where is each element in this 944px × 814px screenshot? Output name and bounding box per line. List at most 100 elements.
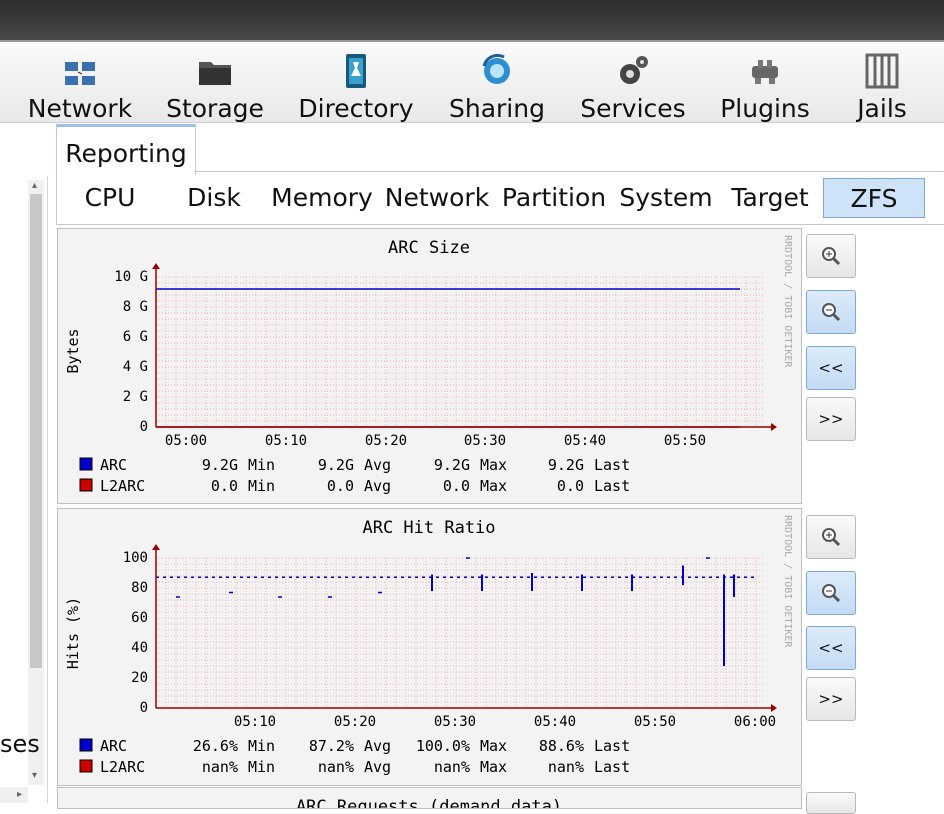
graph2-zoom-in-button[interactable] xyxy=(806,515,856,559)
legend: ARC 9.2G Min 9.2G Avg 9.2G Max 9.2G Last… xyxy=(79,456,630,495)
legend-last: nan% xyxy=(548,758,584,776)
legend-min-word: Min xyxy=(248,737,275,755)
legend-max: 0.0 xyxy=(443,477,470,495)
legend-min: 26.6% xyxy=(193,737,238,755)
legend-swatch-arc xyxy=(79,738,93,752)
series-lines xyxy=(156,288,740,428)
legend-min-word: Min xyxy=(248,758,275,776)
top-bar xyxy=(0,0,944,42)
legend-avg-word: Avg xyxy=(364,758,391,776)
nav-plugins-label: Plugins xyxy=(720,94,810,123)
graph1-back-button[interactable]: << xyxy=(806,346,856,390)
y-axis-label: Bytes xyxy=(64,328,82,373)
y-tick-label: 100 xyxy=(123,550,148,566)
zoom-out-icon xyxy=(822,584,841,603)
graph1-zoom-out-button[interactable] xyxy=(806,290,856,334)
graph2-zoom-out-button[interactable] xyxy=(806,571,856,615)
y-tick-label: 8 G xyxy=(123,299,148,315)
y-tick-label: 6 G xyxy=(123,329,148,345)
graph1-zoom-in-button[interactable] xyxy=(806,234,856,278)
legend-avg-word: Avg xyxy=(364,456,391,474)
main-nav: Network Storage Directory Sharing Servic… xyxy=(0,42,944,123)
y-tick-label: 10 G xyxy=(114,269,148,285)
subtab-disk[interactable]: Disk xyxy=(172,178,256,216)
nav-jails-label: Jails xyxy=(857,94,907,123)
y-axis-label: Hits (%) xyxy=(64,597,82,669)
y-tick-label: 0 xyxy=(140,419,148,435)
subtab-network[interactable]: Network xyxy=(384,178,490,216)
legend-last-word: Last xyxy=(594,758,630,776)
legend-last: 9.2G xyxy=(548,456,584,474)
nav-sharing-label: Sharing xyxy=(449,94,545,123)
directory-icon xyxy=(346,54,366,88)
x-tick-label: 05:30 xyxy=(464,433,506,449)
tab-reporting[interactable]: Reporting xyxy=(56,124,196,175)
legend-last: 88.6% xyxy=(539,737,584,755)
chart-title: ARC Hit Ratio xyxy=(362,518,495,538)
graph2-back-button[interactable]: << xyxy=(806,626,856,670)
zoom-in-icon xyxy=(822,528,841,547)
nav-directory-label: Directory xyxy=(298,94,414,123)
tree-scrollbar-thumb[interactable] xyxy=(30,194,42,668)
legend-avg: 9.2G xyxy=(318,456,354,474)
nav-directory[interactable]: Directory xyxy=(290,48,422,122)
arc-size-chart: ARC Size Bytes 10 G 8 G 6 G 4 G 2 G 0 05… xyxy=(64,235,793,495)
legend-avg: 87.2% xyxy=(309,737,354,755)
subtab-partition[interactable]: Partition xyxy=(500,178,608,216)
legend-min: 9.2G xyxy=(202,456,238,474)
nav-services[interactable]: Services xyxy=(572,48,694,122)
legend-max: 100.0% xyxy=(416,737,470,755)
legend-name: L2ARC xyxy=(100,477,145,495)
legend-avg-word: Avg xyxy=(364,737,391,755)
legend-last: 0.0 xyxy=(557,477,584,495)
x-tick-label: 05:10 xyxy=(265,433,307,449)
legend-min-word: Min xyxy=(248,477,275,495)
legend-last-word: Last xyxy=(594,456,630,474)
legend-last-word: Last xyxy=(594,737,630,755)
subtab-zfs[interactable]: ZFS xyxy=(823,178,925,218)
jails-icon xyxy=(865,53,899,89)
graph2-forward-button[interactable]: >> xyxy=(806,677,856,721)
nav-sharing[interactable]: Sharing xyxy=(440,48,554,122)
nav-storage[interactable]: Storage xyxy=(155,48,275,122)
x-tick-label: 05:40 xyxy=(564,433,606,449)
y-axis-arrow xyxy=(152,263,160,269)
x-tick-label: 05:50 xyxy=(664,433,706,449)
tree-hscrollbar[interactable] xyxy=(0,787,28,803)
legend-max-word: Max xyxy=(480,737,507,755)
graph3-zoom-in-button[interactable] xyxy=(806,792,856,814)
legend: ARC 26.6% Min 87.2% Avg 100.0% Max 88.6%… xyxy=(79,737,630,776)
graph1-forward-button[interactable]: >> xyxy=(806,397,856,441)
y-tick-label: 80 xyxy=(131,580,148,596)
watermark: RRDTOOL / TOBI OETIKER xyxy=(782,515,793,648)
zoom-in-icon xyxy=(822,247,841,266)
subtab-target[interactable]: Target xyxy=(726,178,814,216)
grid xyxy=(155,557,763,709)
nav-jails[interactable]: Jails xyxy=(836,48,928,122)
legend-max: nan% xyxy=(434,758,470,776)
nav-network[interactable]: Network xyxy=(20,48,140,122)
x-ticks: 05:00 05:10 05:20 05:30 05:40 05:50 xyxy=(165,433,706,449)
subtab-memory[interactable]: Memory xyxy=(270,178,374,216)
x-tick-label: 05:20 xyxy=(334,714,376,730)
y-tick-label: 2 G xyxy=(123,389,148,405)
arc-requests-chart: ARC Requests (demand data) xyxy=(296,797,562,814)
scroll-down-arrow-icon[interactable]: ▾ xyxy=(32,770,37,781)
legend-swatch-l2arc xyxy=(79,478,93,492)
watermark: RRDTOOL / TOBI OETIKER xyxy=(782,235,793,368)
grid xyxy=(155,276,763,428)
subtab-cpu[interactable]: CPU xyxy=(70,178,150,216)
tree-partial-text: ses xyxy=(0,730,40,758)
legend-name: L2ARC xyxy=(100,758,145,776)
x-ticks: 05:10 05:20 05:30 05:40 05:50 06:00 xyxy=(234,714,776,730)
legend-swatch-arc xyxy=(79,457,93,471)
y-tick-label: 20 xyxy=(131,670,148,686)
legend-name: ARC xyxy=(100,737,127,755)
nav-storage-label: Storage xyxy=(166,94,264,123)
scroll-up-arrow-icon[interactable]: ▴ xyxy=(32,180,37,191)
subtab-system[interactable]: System xyxy=(616,178,716,216)
scroll-right-arrow-icon[interactable]: ▸ xyxy=(17,789,22,800)
nav-plugins[interactable]: Plugins xyxy=(712,48,818,122)
legend-min-word: Min xyxy=(248,456,275,474)
legend-min: nan% xyxy=(202,758,238,776)
